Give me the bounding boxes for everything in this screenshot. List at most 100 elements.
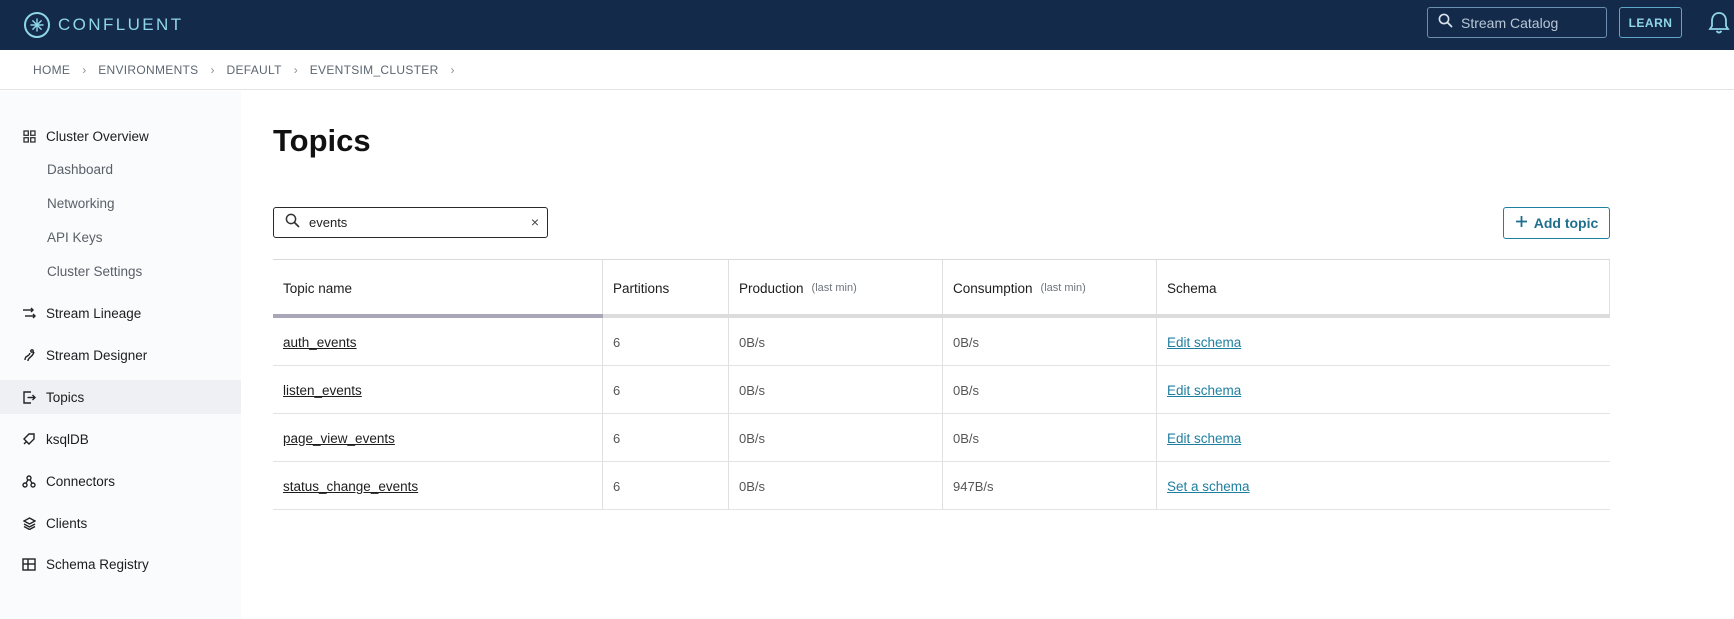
stream-lineage-icon bbox=[22, 306, 36, 320]
sidebar-item-label: Clients bbox=[46, 515, 88, 531]
sidebar-subitem-cluster-settings[interactable]: Cluster Settings bbox=[47, 264, 142, 279]
sidebar-item-label: Cluster Overview bbox=[46, 128, 149, 144]
sidebar-item-ksqldb[interactable]: ksqlDB bbox=[0, 422, 241, 456]
schema-link[interactable]: Edit schema bbox=[1167, 383, 1241, 398]
learn-button[interactable]: LEARN bbox=[1619, 7, 1682, 38]
column-label: Topic name bbox=[283, 280, 353, 296]
page-title: Topics bbox=[273, 123, 371, 158]
column-label: Schema bbox=[1167, 280, 1217, 296]
chevron-right-icon: › bbox=[450, 62, 455, 77]
grid-icon bbox=[22, 129, 36, 143]
clients-layers-icon bbox=[22, 516, 36, 530]
topics-table: Topic name Partitions Production (last mi… bbox=[273, 259, 1610, 510]
cell-production: 0B/s bbox=[729, 462, 943, 510]
cell-schema: Set a schema bbox=[1157, 462, 1610, 510]
stream-designer-icon bbox=[22, 348, 36, 362]
column-hint: (last min) bbox=[811, 282, 857, 294]
clear-filter-icon[interactable]: × bbox=[531, 214, 539, 230]
breadcrumb-home[interactable]: HOME bbox=[33, 63, 70, 77]
topic-link[interactable]: auth_events bbox=[283, 335, 357, 350]
schema-link[interactable]: Set a schema bbox=[1167, 479, 1250, 494]
column-header-consumption[interactable]: Consumption (last min) bbox=[943, 260, 1157, 316]
schema-link[interactable]: Edit schema bbox=[1167, 335, 1241, 350]
table-row: listen_events 6 0B/s 0B/s Edit schema bbox=[273, 366, 1610, 414]
topics-icon bbox=[22, 390, 36, 404]
cell-partitions: 6 bbox=[603, 462, 729, 510]
sidebar-item-schema-registry[interactable]: Schema Registry bbox=[0, 547, 241, 581]
column-header-schema[interactable]: Schema bbox=[1157, 260, 1610, 316]
add-topic-label: Add topic bbox=[1533, 215, 1599, 231]
notifications-bell-icon[interactable] bbox=[1708, 10, 1730, 41]
column-header-production[interactable]: Production (last min) bbox=[729, 260, 943, 316]
column-label: Consumption bbox=[953, 280, 1033, 296]
cell-schema: Edit schema bbox=[1157, 366, 1610, 414]
sort-indicator-bar bbox=[273, 314, 603, 318]
schema-link[interactable]: Edit schema bbox=[1167, 431, 1241, 446]
sidebar-item-connectors[interactable]: Connectors bbox=[0, 464, 241, 498]
table-row: auth_events 6 0B/s 0B/s Edit schema bbox=[273, 318, 1610, 366]
topic-link[interactable]: status_change_events bbox=[283, 479, 418, 494]
stream-catalog-search[interactable]: Stream Catalog bbox=[1427, 7, 1607, 38]
cell-partitions: 6 bbox=[603, 318, 729, 366]
cell-consumption: 0B/s bbox=[943, 318, 1157, 366]
sidebar-item-label: Stream Designer bbox=[46, 347, 148, 363]
sidebar-item-cluster-overview[interactable]: Cluster Overview bbox=[0, 119, 241, 153]
sidebar: Cluster Overview Dashboard Networking AP… bbox=[0, 91, 241, 619]
plus-icon bbox=[1515, 215, 1528, 231]
cell-production: 0B/s bbox=[729, 318, 943, 366]
sidebar-item-clients[interactable]: Clients bbox=[0, 506, 241, 540]
cell-consumption: 947B/s bbox=[943, 462, 1157, 510]
column-header-topic-name[interactable]: Topic name bbox=[273, 260, 603, 316]
cell-topic-name: listen_events bbox=[273, 366, 603, 414]
cell-consumption: 0B/s bbox=[943, 414, 1157, 462]
breadcrumb-environments[interactable]: ENVIRONMENTS bbox=[98, 63, 198, 77]
connectors-icon bbox=[22, 474, 36, 488]
chevron-right-icon: › bbox=[293, 62, 298, 77]
topic-link[interactable]: page_view_events bbox=[283, 431, 395, 446]
column-header-partitions[interactable]: Partitions bbox=[603, 260, 729, 316]
add-topic-button[interactable]: Add topic bbox=[1503, 207, 1610, 239]
sidebar-subitem-api-keys[interactable]: API Keys bbox=[47, 230, 103, 245]
table-row: status_change_events 6 0B/s 947B/s Set a… bbox=[273, 462, 1610, 510]
column-label: Production bbox=[739, 280, 804, 296]
sidebar-item-stream-designer[interactable]: Stream Designer bbox=[0, 338, 241, 372]
cell-consumption: 0B/s bbox=[943, 366, 1157, 414]
cell-schema: Edit schema bbox=[1157, 414, 1610, 462]
sidebar-subitem-networking[interactable]: Networking bbox=[47, 196, 115, 211]
cell-topic-name: page_view_events bbox=[273, 414, 603, 462]
cell-partitions: 6 bbox=[603, 414, 729, 462]
chevron-right-icon: › bbox=[210, 62, 215, 77]
sidebar-item-label: Stream Lineage bbox=[46, 305, 142, 321]
stream-catalog-placeholder: Stream Catalog bbox=[1461, 14, 1559, 31]
sidebar-item-topics[interactable]: Topics bbox=[0, 380, 241, 414]
breadcrumb-cluster[interactable]: EVENTSIM_CLUSTER bbox=[310, 63, 439, 77]
top-bar: CONFLUENT Stream Catalog LEARN bbox=[0, 0, 1734, 50]
breadcrumb-default[interactable]: DEFAULT bbox=[226, 63, 281, 77]
cell-production: 0B/s bbox=[729, 366, 943, 414]
topic-link[interactable]: listen_events bbox=[283, 383, 362, 398]
topic-filter-value: events bbox=[309, 215, 348, 230]
sidebar-item-label: Schema Registry bbox=[46, 556, 149, 572]
cell-production: 0B/s bbox=[729, 414, 943, 462]
topic-filter-input[interactable]: events × bbox=[273, 207, 548, 238]
chevron-right-icon: › bbox=[82, 62, 87, 77]
brand-name: CONFLUENT bbox=[58, 15, 184, 34]
table-header: Topic name Partitions Production (last mi… bbox=[273, 259, 1610, 318]
sidebar-item-label: Topics bbox=[46, 389, 85, 405]
ksqldb-icon bbox=[22, 432, 36, 446]
schema-registry-icon bbox=[22, 557, 36, 571]
cell-topic-name: status_change_events bbox=[273, 462, 603, 510]
sidebar-item-label: Connectors bbox=[46, 473, 116, 489]
sidebar-item-stream-lineage[interactable]: Stream Lineage bbox=[0, 296, 241, 330]
confluent-logo[interactable]: CONFLUENT bbox=[24, 10, 184, 40]
breadcrumb: HOME › ENVIRONMENTS › DEFAULT › EVENTSIM… bbox=[0, 50, 1734, 90]
column-hint: (last min) bbox=[1040, 282, 1086, 294]
column-label: Partitions bbox=[613, 280, 670, 296]
cell-schema: Edit schema bbox=[1157, 318, 1610, 366]
sidebar-subitem-dashboard[interactable]: Dashboard bbox=[47, 162, 113, 177]
search-icon bbox=[1438, 13, 1453, 33]
confluent-logo-icon bbox=[24, 12, 50, 38]
cell-topic-name: auth_events bbox=[273, 318, 603, 366]
table-row: page_view_events 6 0B/s 0B/s Edit schema bbox=[273, 414, 1610, 462]
search-icon bbox=[285, 213, 300, 233]
